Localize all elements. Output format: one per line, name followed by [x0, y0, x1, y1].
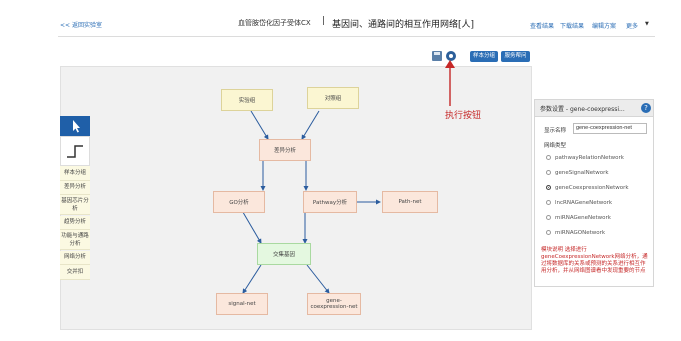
option-label: miRNAGONetwork	[555, 230, 606, 236]
panel-header: 参数设置 - gene-coexpressi... ?	[535, 100, 653, 117]
edge-intersect-signalnet	[242, 264, 262, 294]
project-name: 血管胺岱化因子受体CX	[238, 19, 311, 27]
node-coexpression-net[interactable]: gene-coexpression-net	[307, 293, 361, 315]
edge-intersect-coexpnet	[306, 264, 330, 294]
module-description: 模块说明 选择进行geneCoexpressionNetwork网络分析，通过将…	[541, 247, 648, 274]
radio-icon[interactable]	[546, 170, 551, 175]
chevron-down-icon[interactable]: ▼	[645, 21, 649, 27]
parameter-panel: 参数设置 - gene-coexpressi... ? 显示名称 网络类型 pa…	[534, 99, 654, 287]
edge-experiment-diff	[250, 110, 269, 140]
nav-download-results[interactable]: 下载结果	[560, 21, 584, 30]
pointer-tool[interactable]	[60, 116, 90, 136]
display-name-label: 显示名称	[544, 128, 567, 134]
panel-title: 参数设置 - gene-coexpressi...	[540, 106, 625, 113]
sample-group-button[interactable]: 样本分组	[470, 51, 498, 62]
workflow-edges	[236, 110, 381, 294]
node-diff-analysis[interactable]: 差异分析	[259, 139, 311, 161]
connector-tool[interactable]	[60, 136, 90, 166]
option-label: pathwayRelationNetwork	[555, 155, 624, 161]
option-label: geneSignalNetwork	[555, 170, 609, 176]
node-signal-net[interactable]: signal-net	[216, 293, 268, 315]
palette-item-trend-analysis[interactable]: 趋势分析	[60, 216, 90, 230]
network-type-option[interactable]: lncRNAGeneNetwork	[546, 200, 612, 206]
annotation-arrow	[445, 60, 455, 106]
network-type-option[interactable]: miRNAGeneNetwork	[546, 215, 611, 221]
node-path-net[interactable]: Path-net	[382, 191, 438, 213]
header-divider	[58, 36, 655, 37]
option-label: lncRNAGeneNetwork	[555, 200, 613, 206]
pointer-icon	[73, 120, 80, 133]
option-label: miRNAGeneNetwork	[555, 215, 611, 221]
node-control-group[interactable]: 对照组	[307, 87, 359, 109]
network-type-option[interactable]: geneSignalNetwork	[546, 170, 609, 176]
nav-view-results[interactable]: 查看结果	[530, 21, 554, 30]
nav-more[interactable]: 更多	[626, 21, 638, 30]
radio-icon[interactable]	[546, 215, 551, 220]
title-separator: |	[322, 16, 326, 26]
node-pathway-analysis[interactable]: Pathway分析	[303, 191, 357, 213]
step-icon	[67, 145, 83, 158]
network-type-label: 网络类型	[544, 143, 567, 149]
nav-edit-plan[interactable]: 编辑方案	[592, 21, 616, 30]
service-help-button[interactable]: 服务帮问	[501, 51, 530, 62]
display-name-input[interactable]	[573, 123, 647, 134]
run-button-annotation: 执行按钮	[445, 111, 482, 121]
network-type-option[interactable]: pathwayRelationNetwork	[546, 155, 624, 161]
palette-item-intersect-union[interactable]: 交并扣	[60, 265, 90, 280]
palette-item-gene-chip[interactable]: 基因芯片分析	[60, 195, 90, 215]
back-to-lab-link[interactable]: << 返回实验室	[60, 20, 102, 29]
radio-selected-icon[interactable]	[546, 185, 551, 190]
node-experiment-group[interactable]: 实验组	[221, 89, 273, 111]
palette-item-diff-analysis[interactable]: 差异分析	[60, 181, 90, 195]
node-go-analysis[interactable]: GO分析	[213, 191, 265, 213]
workflow-canvas[interactable]: 实验组 对照组 差异分析 GO分析 Pathway分析 Path-net 交集基…	[60, 66, 532, 330]
radio-icon[interactable]	[546, 200, 551, 205]
palette-item-network-analysis[interactable]: 网络分析	[60, 251, 90, 265]
radio-icon[interactable]	[546, 230, 551, 235]
palette-item-sample-group[interactable]: 样本分组	[60, 166, 90, 181]
palette-item-function-pathway[interactable]: 功能与通路分析	[60, 230, 90, 250]
option-label: geneCoexpressionNetwork	[555, 185, 629, 191]
network-type-option[interactable]: miRNAGONetwork	[546, 230, 605, 236]
radio-icon[interactable]	[546, 155, 551, 160]
page-title: 基因间、通路间的相互作用网络[人]	[332, 20, 475, 30]
help-icon[interactable]: ?	[641, 103, 651, 113]
node-intersect-genes[interactable]: 交集基因	[257, 243, 311, 265]
network-type-option-selected[interactable]: geneCoexpressionNetwork	[546, 185, 629, 191]
edge-control-diff	[301, 110, 320, 140]
